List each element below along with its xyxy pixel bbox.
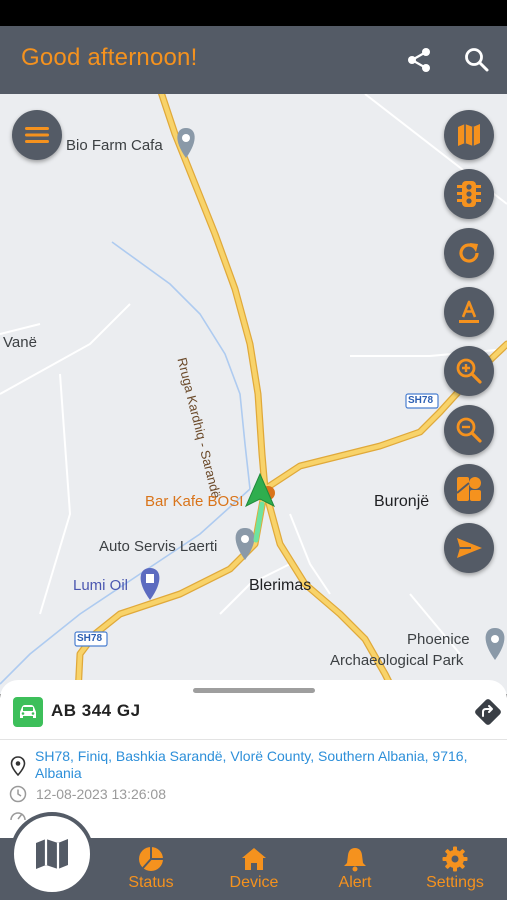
route-shield-sh78-left: SH78	[77, 633, 103, 644]
poi-label-phoenice: Phoenice	[407, 631, 470, 648]
place-label-blerimas: Blerimas	[249, 577, 312, 594]
map-canvas	[0, 94, 507, 694]
search-icon[interactable]	[462, 45, 492, 75]
poi-label-bio-farm: Bio Farm Cafa	[66, 137, 163, 154]
car-icon	[20, 705, 36, 718]
place-label-vane: Vanë	[3, 334, 37, 351]
tab-device[interactable]: Device	[209, 846, 299, 894]
tab-status-label: Status	[128, 874, 174, 891]
poi-label-archaeological: Archaeological Park	[330, 652, 464, 669]
layers-icon	[456, 477, 481, 501]
traffic-button[interactable]	[444, 169, 494, 219]
label-toggle-button[interactable]	[444, 287, 494, 337]
map-type-icon	[458, 124, 480, 146]
refresh-button[interactable]	[444, 228, 494, 278]
clock-icon	[9, 785, 27, 803]
status-bar	[0, 0, 507, 26]
poi-label-lumi-oil: Lumi Oil	[73, 577, 129, 594]
sheet-drag-handle[interactable]	[193, 688, 315, 693]
app-header: Good afternoon!	[0, 26, 507, 94]
tab-device-label: Device	[229, 874, 279, 891]
refresh-icon	[459, 243, 479, 263]
tab-settings-label: Settings	[426, 874, 484, 891]
hamburger-icon	[25, 127, 49, 143]
tab-alert[interactable]: Alert	[310, 846, 400, 894]
zoom-out-button[interactable]	[444, 405, 494, 455]
zoom-in-icon	[456, 358, 482, 384]
gear-icon	[442, 846, 468, 872]
traffic-icon	[457, 181, 481, 207]
label-toggle-icon	[459, 300, 479, 323]
sheet-divider	[0, 739, 507, 740]
share-icon[interactable]	[404, 45, 434, 75]
menu-button[interactable]	[12, 110, 62, 160]
vehicle-plate: AB 344 GJ	[51, 701, 141, 720]
send-location-button[interactable]	[444, 523, 494, 573]
send-location-icon	[457, 538, 482, 558]
pie-chart-icon	[139, 847, 163, 871]
tab-map[interactable]	[10, 812, 94, 896]
tab-settings[interactable]: Settings	[410, 846, 500, 894]
vehicle-status-badge	[13, 697, 43, 727]
map-view[interactable]: Bio Farm Cafa Rruga Kardhiq - Sarandë Va…	[0, 94, 507, 694]
vehicle-address[interactable]: SH78, Finiq, Bashkia Sarandë, Vlorë Coun…	[35, 748, 485, 782]
home-icon	[242, 848, 266, 870]
directions-icon[interactable]	[472, 696, 504, 728]
greeting-title: Good afternoon!	[21, 44, 198, 71]
route-shield-sh78-right: SH78	[408, 395, 434, 406]
bell-icon	[344, 848, 366, 872]
poi-label-bar-kafe: Bar Kafe BOSI	[145, 493, 244, 510]
vehicle-timestamp: 12-08-2023 13:26:08	[36, 786, 166, 802]
poi-label-auto-servis: Auto Servis Laerti	[99, 538, 218, 555]
layers-button[interactable]	[444, 464, 494, 514]
tab-alert-label: Alert	[338, 874, 372, 891]
zoom-out-icon	[456, 417, 482, 443]
location-pin-icon	[10, 756, 26, 776]
zoom-in-button[interactable]	[444, 346, 494, 396]
tab-status[interactable]: Status	[106, 846, 196, 894]
place-label-buronje: Buronjë	[374, 493, 430, 510]
map-icon	[36, 839, 68, 869]
map-type-button[interactable]	[444, 110, 494, 160]
